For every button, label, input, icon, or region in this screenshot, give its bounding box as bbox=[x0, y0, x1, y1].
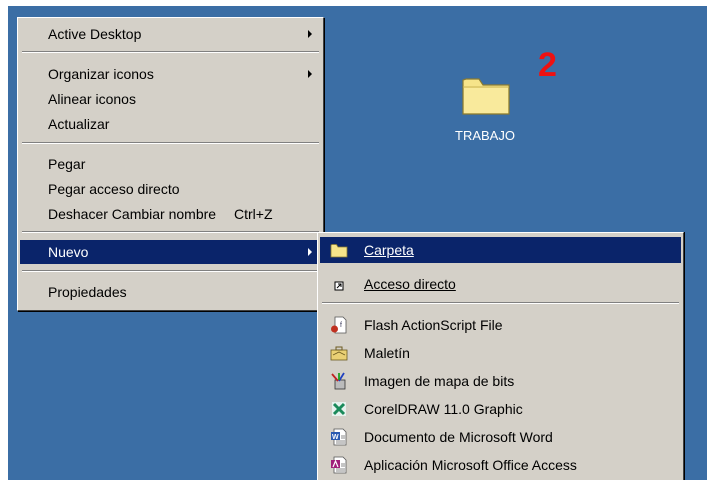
briefcase-icon bbox=[330, 346, 348, 361]
menu-item-label: Propiedades bbox=[48, 284, 127, 300]
menu-item-label: Pegar bbox=[48, 156, 86, 172]
desktop-icon-label[interactable]: TRABAJO bbox=[440, 128, 530, 143]
submenu-item-label: Acceso directo bbox=[364, 276, 456, 292]
menu-item-shortcut: Ctrl+Z bbox=[234, 206, 273, 222]
flash-file-icon: f bbox=[331, 316, 347, 334]
submenu-item-coreldraw[interactable]: CorelDRAW 11.0 Graphic bbox=[320, 396, 681, 422]
submenu-item-label: Maletín bbox=[364, 345, 410, 361]
menu-item-deshacer[interactable]: Deshacer Cambiar nombre Ctrl+Z bbox=[20, 202, 321, 226]
submenu-item-acceso-directo[interactable]: Acceso directo bbox=[320, 271, 681, 297]
folder-icon bbox=[330, 244, 348, 258]
submenu-item-label: Aplicación Microsoft Office Access bbox=[364, 457, 577, 473]
new-submenu: Carpeta Acceso directo f Flash ActionScr… bbox=[317, 232, 684, 480]
desktop-context-menu: Active Desktop Organizar iconos Alinear … bbox=[17, 17, 324, 311]
menu-item-active-desktop[interactable]: Active Desktop bbox=[20, 22, 321, 46]
menu-separator bbox=[22, 270, 319, 272]
menu-item-label: Deshacer Cambiar nombre bbox=[48, 206, 217, 222]
submenu-arrow-icon bbox=[308, 248, 312, 256]
shortcut-icon bbox=[334, 281, 344, 291]
submenu-item-label: Carpeta bbox=[364, 242, 414, 258]
submenu-item-label: CorelDRAW 11.0 Graphic bbox=[364, 401, 523, 417]
menu-separator bbox=[22, 51, 319, 53]
menu-item-label: Organizar iconos bbox=[48, 66, 154, 82]
menu-separator bbox=[22, 231, 319, 233]
submenu-arrow-icon bbox=[308, 30, 312, 38]
submenu-item-carpeta[interactable]: Carpeta bbox=[320, 237, 681, 263]
submenu-item-label: Imagen de mapa de bits bbox=[364, 373, 515, 389]
submenu-item-label: Documento de Microsoft Word bbox=[364, 429, 553, 445]
submenu-item-label: Flash ActionScript File bbox=[364, 317, 503, 333]
submenu-arrow-icon bbox=[308, 70, 312, 78]
menu-separator bbox=[322, 302, 679, 304]
folder-icon[interactable] bbox=[460, 71, 512, 117]
menu-item-pegar-acceso-directo[interactable]: Pegar acceso directo bbox=[20, 177, 321, 201]
annotation-marker-2: 2 bbox=[538, 46, 557, 84]
menu-separator bbox=[22, 142, 319, 144]
menu-item-pegar[interactable]: Pegar bbox=[20, 152, 321, 176]
submenu-item-maletin[interactable]: Maletín bbox=[320, 340, 681, 366]
menu-item-actualizar[interactable]: Actualizar bbox=[20, 112, 321, 136]
coreldraw-icon bbox=[332, 402, 346, 416]
paint-bitmap-icon bbox=[331, 372, 346, 390]
submenu-item-bitmap[interactable]: Imagen de mapa de bits bbox=[320, 368, 681, 394]
menu-item-label: Active Desktop bbox=[48, 26, 142, 42]
menu-item-alinear-iconos[interactable]: Alinear iconos bbox=[20, 87, 321, 111]
word-document-icon: W bbox=[331, 428, 347, 446]
access-icon bbox=[331, 456, 347, 474]
menu-item-label: Nuevo bbox=[48, 244, 89, 260]
menu-item-label: Actualizar bbox=[48, 116, 110, 132]
svg-text:W: W bbox=[332, 434, 339, 441]
submenu-item-access[interactable]: Aplicación Microsoft Office Access bbox=[320, 452, 681, 478]
menu-item-nuevo[interactable]: Nuevo bbox=[20, 240, 321, 264]
menu-item-label: Pegar acceso directo bbox=[48, 181, 180, 197]
menu-item-propiedades[interactable]: Propiedades bbox=[20, 280, 321, 304]
submenu-item-word[interactable]: W Documento de Microsoft Word bbox=[320, 424, 681, 450]
svg-text:f: f bbox=[340, 322, 342, 329]
submenu-item-flash-file[interactable]: f Flash ActionScript File bbox=[320, 312, 681, 338]
menu-item-label: Alinear iconos bbox=[48, 91, 136, 107]
menu-item-organizar-iconos[interactable]: Organizar iconos bbox=[20, 62, 321, 86]
